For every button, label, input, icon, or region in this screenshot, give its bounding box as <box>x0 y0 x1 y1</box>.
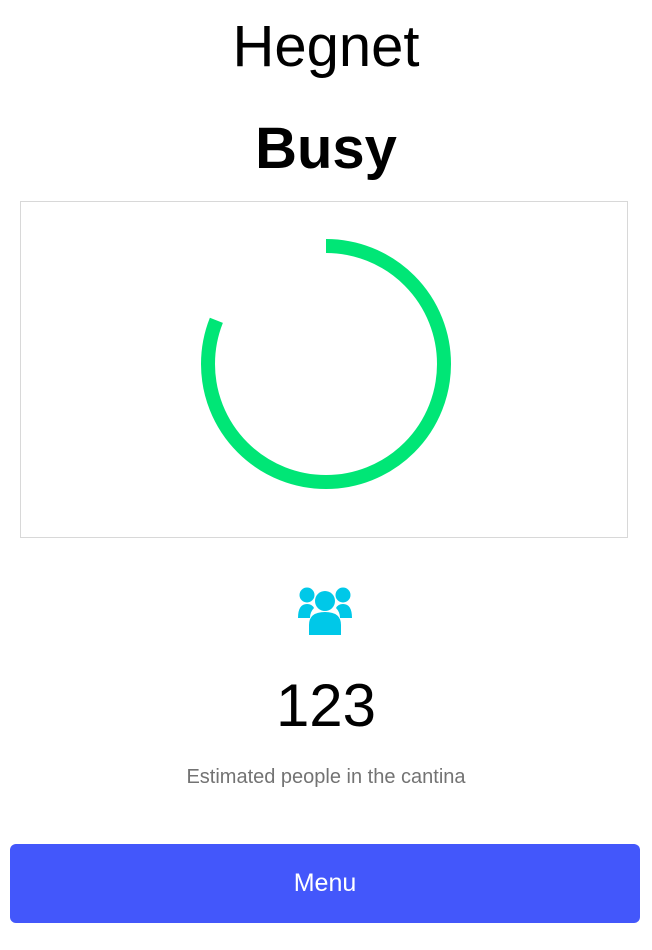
people-count-caption: Estimated people in the cantina <box>186 766 466 788</box>
cantina-name: Hegnet <box>232 14 420 79</box>
people-group-icon <box>298 587 352 635</box>
occupancy-gauge <box>201 239 451 489</box>
menu-button[interactable]: Menu <box>10 844 640 923</box>
occupancy-gauge-arc <box>201 239 451 489</box>
busy-status: Busy <box>255 116 397 181</box>
people-count: 123 <box>275 672 377 739</box>
occupancy-gauge-card <box>20 201 628 538</box>
